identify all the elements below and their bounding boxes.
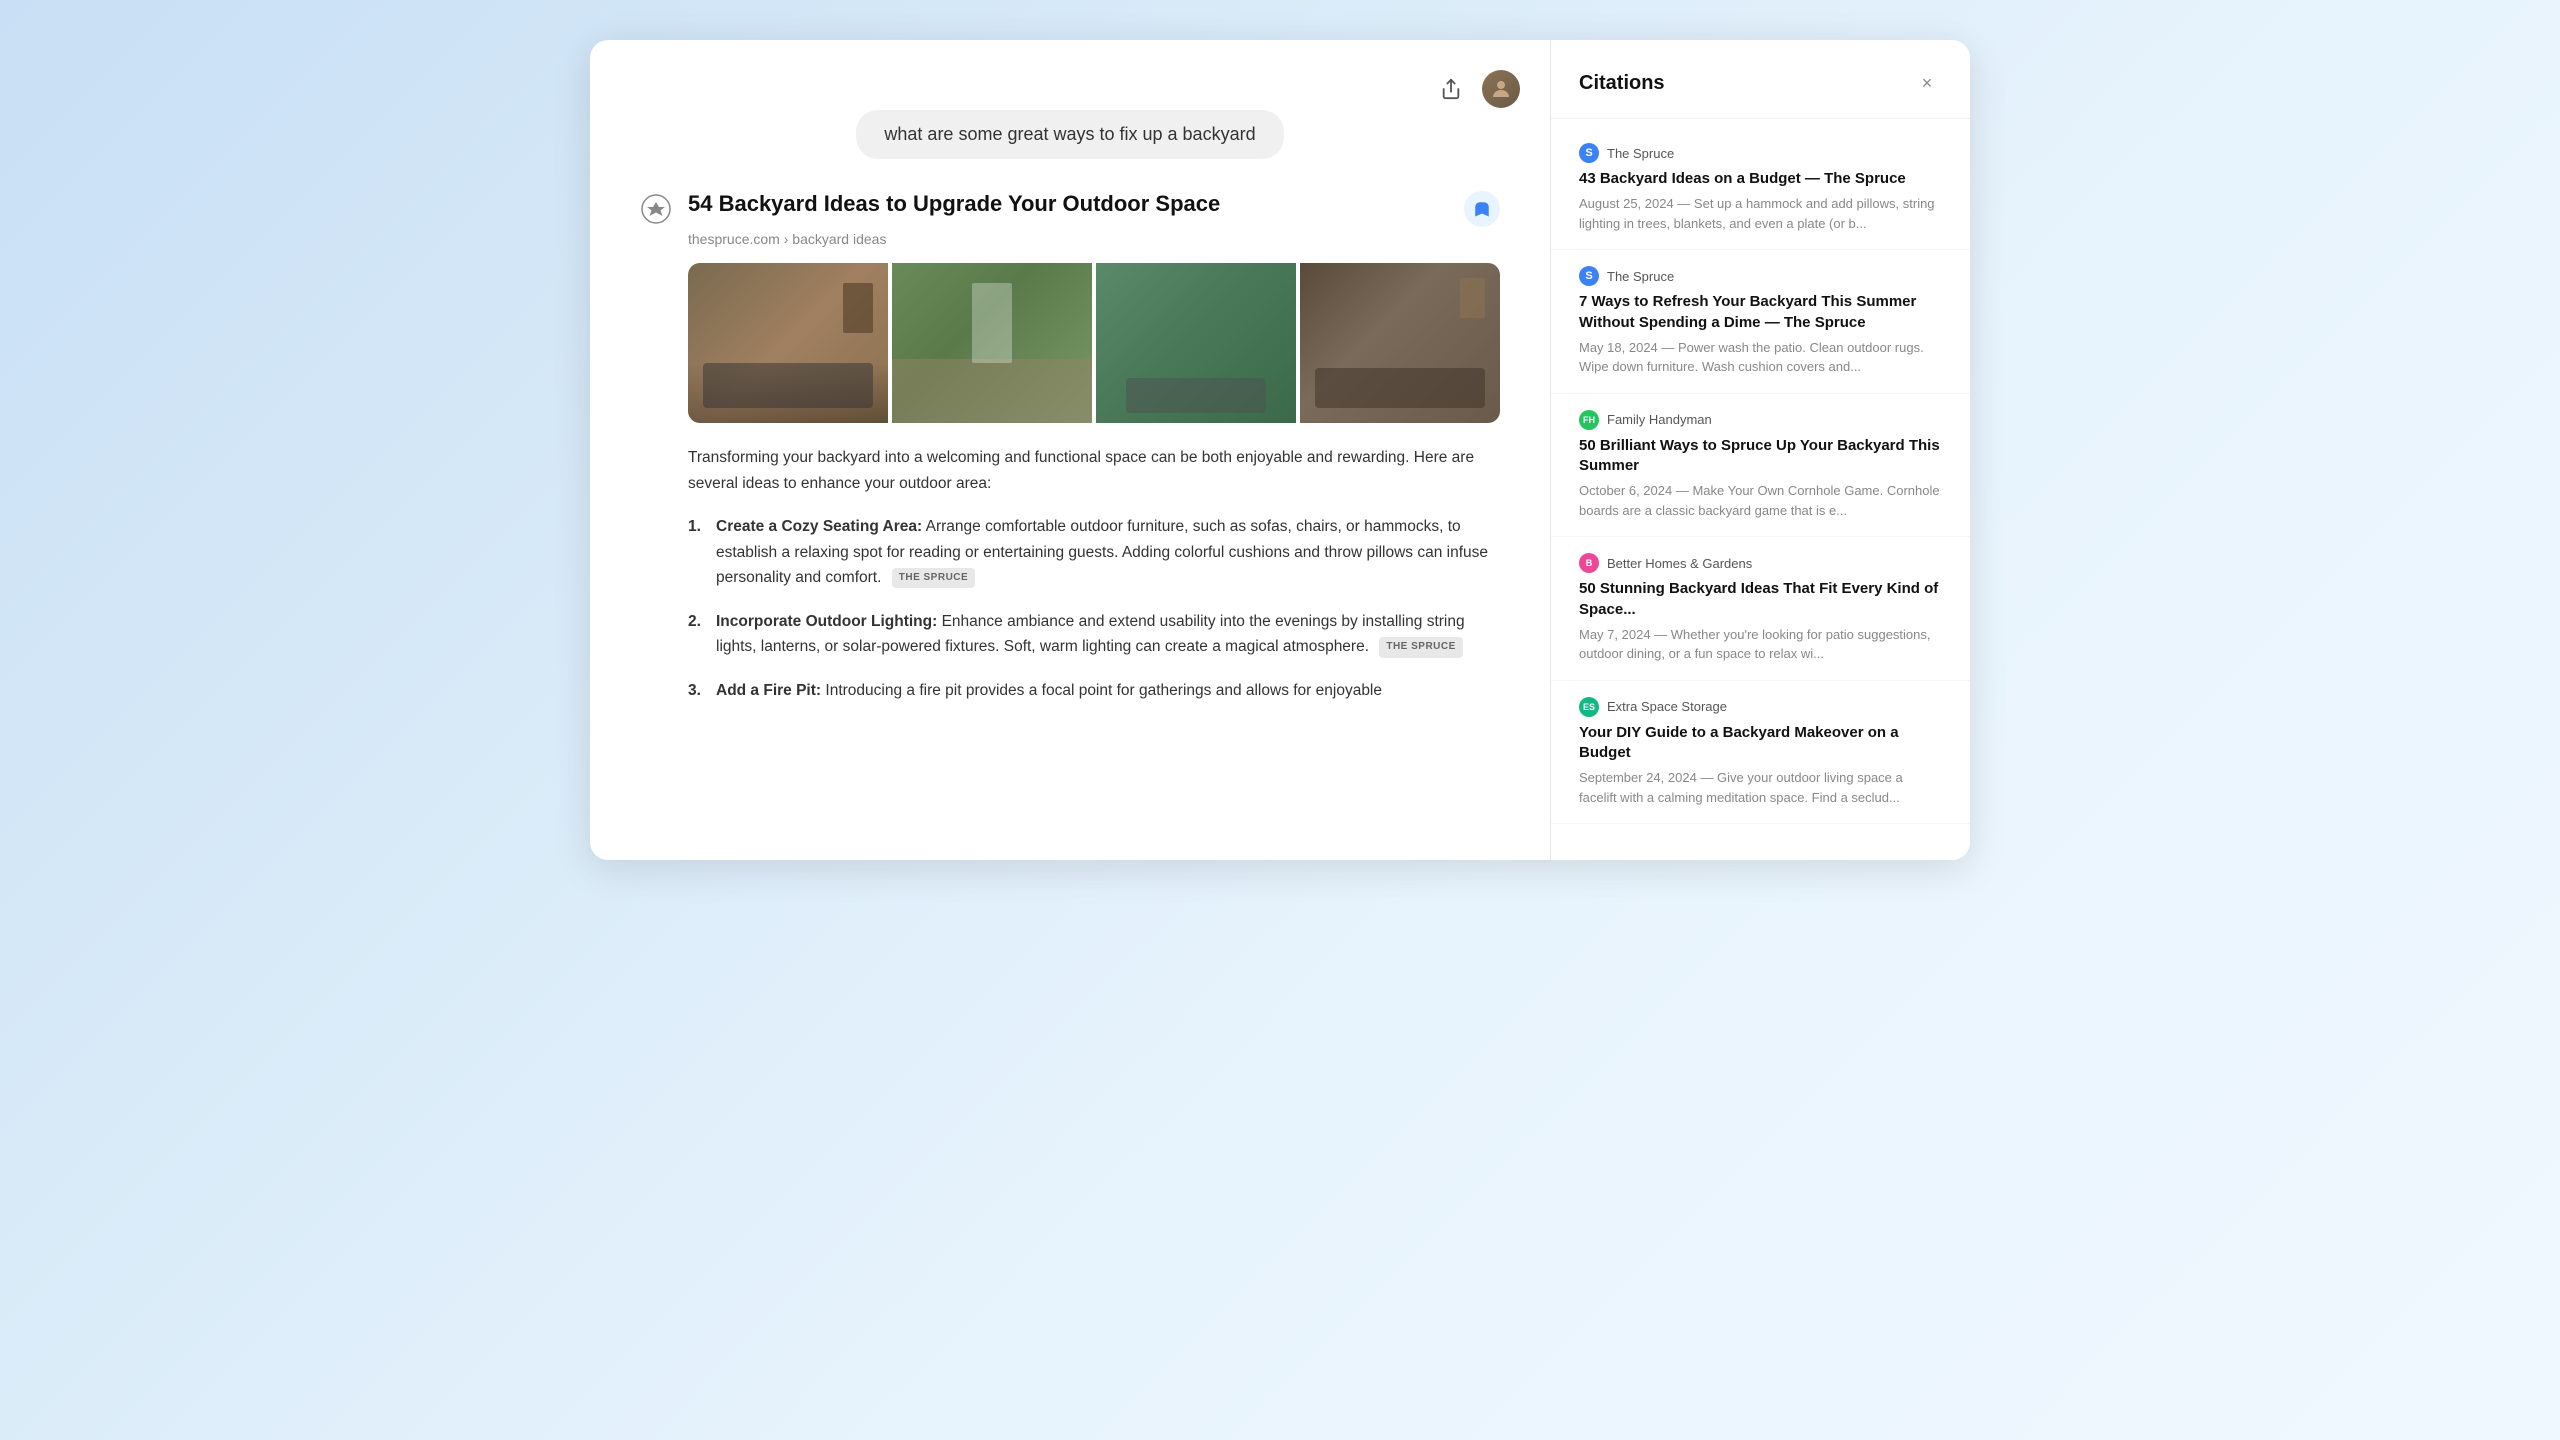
list-label-3: Add a Fire Pit:	[716, 682, 821, 699]
list-num-3: 3.	[688, 678, 708, 704]
citation-title-1: 43 Backyard Ideas on a Budget — The Spru…	[1579, 169, 1942, 189]
citations-list: S The Spruce 43 Backyard Ideas on a Budg…	[1551, 119, 1970, 860]
citation-source-4: B Better Homes & Gardens	[1579, 553, 1942, 573]
list-content-3: Add a Fire Pit: Introducing a fire pit p…	[716, 678, 1382, 704]
breadcrumb-separator: ›	[784, 231, 793, 247]
main-container: what are some great ways to fix up a bac…	[590, 40, 1970, 860]
citation-item-2[interactable]: S The Spruce 7 Ways to Refresh Your Back…	[1551, 250, 1970, 394]
source-tag-1[interactable]: THE SPRUCE	[892, 568, 975, 589]
citation-snippet-4: May 7, 2024 — Whether you're looking for…	[1579, 625, 1942, 664]
source-name-5: Extra Space Storage	[1607, 699, 1727, 714]
list-num-2: 2.	[688, 609, 708, 635]
breadcrumb-path: backyard ideas	[792, 231, 886, 247]
list-content-2: Incorporate Outdoor Lighting: Enhance am…	[716, 609, 1500, 660]
avatar[interactable]	[1482, 70, 1520, 108]
source-tag-2[interactable]: THE SPRUCE	[1379, 637, 1462, 658]
citation-title-2: 7 Ways to Refresh Your Backyard This Sum…	[1579, 292, 1942, 333]
response-list: 1. Create a Cozy Seating Area: Arrange c…	[688, 514, 1500, 703]
favicon-4: B	[1579, 553, 1599, 573]
list-num-1: 1.	[688, 514, 708, 540]
citation-snippet-2: May 18, 2024 — Power wash the patio. Cle…	[1579, 338, 1942, 377]
citation-source-5: ES Extra Space Storage	[1579, 697, 1942, 717]
breadcrumb-site: thespruce.com	[688, 231, 780, 247]
share-button[interactable]	[1432, 70, 1470, 108]
result-image-1	[688, 263, 888, 423]
citation-source-1: S The Spruce	[1579, 143, 1942, 163]
image-grid	[688, 263, 1500, 423]
source-name-1: The Spruce	[1607, 146, 1674, 161]
result-image-2	[892, 263, 1092, 423]
user-message-bubble: what are some great ways to fix up a bac…	[856, 110, 1283, 159]
citation-snippet-3: October 6, 2024 — Make Your Own Cornhole…	[1579, 481, 1942, 520]
result-title-row: 54 Backyard Ideas to Upgrade Your Outdoo…	[688, 191, 1500, 227]
source-name-3: Family Handyman	[1607, 412, 1712, 427]
citation-item-3[interactable]: FH Family Handyman 50 Brilliant Ways to …	[1551, 394, 1970, 538]
list-label-2: Incorporate Outdoor Lighting:	[716, 613, 937, 630]
close-button[interactable]: ×	[1912, 68, 1942, 98]
citation-source-2: S The Spruce	[1579, 266, 1942, 286]
citation-title-3: 50 Brilliant Ways to Spruce Up Your Back…	[1579, 436, 1942, 477]
ai-content: 54 Backyard Ideas to Upgrade Your Outdoo…	[688, 191, 1500, 722]
list-item: 1. Create a Cozy Seating Area: Arrange c…	[688, 514, 1500, 591]
ai-response: 54 Backyard Ideas to Upgrade Your Outdoo…	[640, 191, 1500, 722]
citations-title: Citations	[1579, 72, 1665, 95]
favicon-1: S	[1579, 143, 1599, 163]
user-message-text: what are some great ways to fix up a bac…	[884, 124, 1255, 144]
left-panel: what are some great ways to fix up a bac…	[590, 40, 1550, 860]
citation-item-4[interactable]: B Better Homes & Gardens 50 Stunning Bac…	[1551, 537, 1970, 681]
ai-icon	[640, 193, 672, 225]
citation-title-5: Your DIY Guide to a Backyard Makeover on…	[1579, 723, 1942, 764]
citations-header: Citations ×	[1551, 40, 1970, 119]
response-intro: Transforming your backyard into a welcom…	[688, 445, 1500, 496]
citation-item-5[interactable]: ES Extra Space Storage Your DIY Guide to…	[1551, 681, 1970, 825]
result-image-3	[1096, 263, 1296, 423]
citation-item-1[interactable]: S The Spruce 43 Backyard Ideas on a Budg…	[1551, 127, 1970, 250]
source-name-2: The Spruce	[1607, 269, 1674, 284]
result-title: 54 Backyard Ideas to Upgrade Your Outdoo…	[688, 191, 1464, 217]
right-panel: Citations × S The Spruce 43 Backyard Ide…	[1550, 40, 1970, 860]
user-message-area: what are some great ways to fix up a bac…	[640, 110, 1500, 159]
citation-snippet-1: August 25, 2024 — Set up a hammock and a…	[1579, 194, 1942, 233]
list-content-1: Create a Cozy Seating Area: Arrange comf…	[716, 514, 1500, 591]
citation-snippet-5: September 24, 2024 — Give your outdoor l…	[1579, 768, 1942, 807]
citation-title-4: 50 Stunning Backyard Ideas That Fit Ever…	[1579, 579, 1942, 620]
result-image-4	[1300, 263, 1500, 423]
citation-source-3: FH Family Handyman	[1579, 410, 1942, 430]
bookmark-button[interactable]	[1464, 191, 1500, 227]
list-item: 2. Incorporate Outdoor Lighting: Enhance…	[688, 609, 1500, 660]
source-name-4: Better Homes & Gardens	[1607, 556, 1752, 571]
top-right-actions	[1432, 70, 1520, 108]
favicon-5: ES	[1579, 697, 1599, 717]
favicon-2: S	[1579, 266, 1599, 286]
list-text-3: Introducing a fire pit provides a focal …	[825, 682, 1382, 699]
list-label-1: Create a Cozy Seating Area:	[716, 518, 922, 535]
favicon-3: FH	[1579, 410, 1599, 430]
breadcrumb[interactable]: thespruce.com › backyard ideas	[688, 231, 1500, 247]
list-item: 3. Add a Fire Pit: Introducing a fire pi…	[688, 678, 1500, 704]
